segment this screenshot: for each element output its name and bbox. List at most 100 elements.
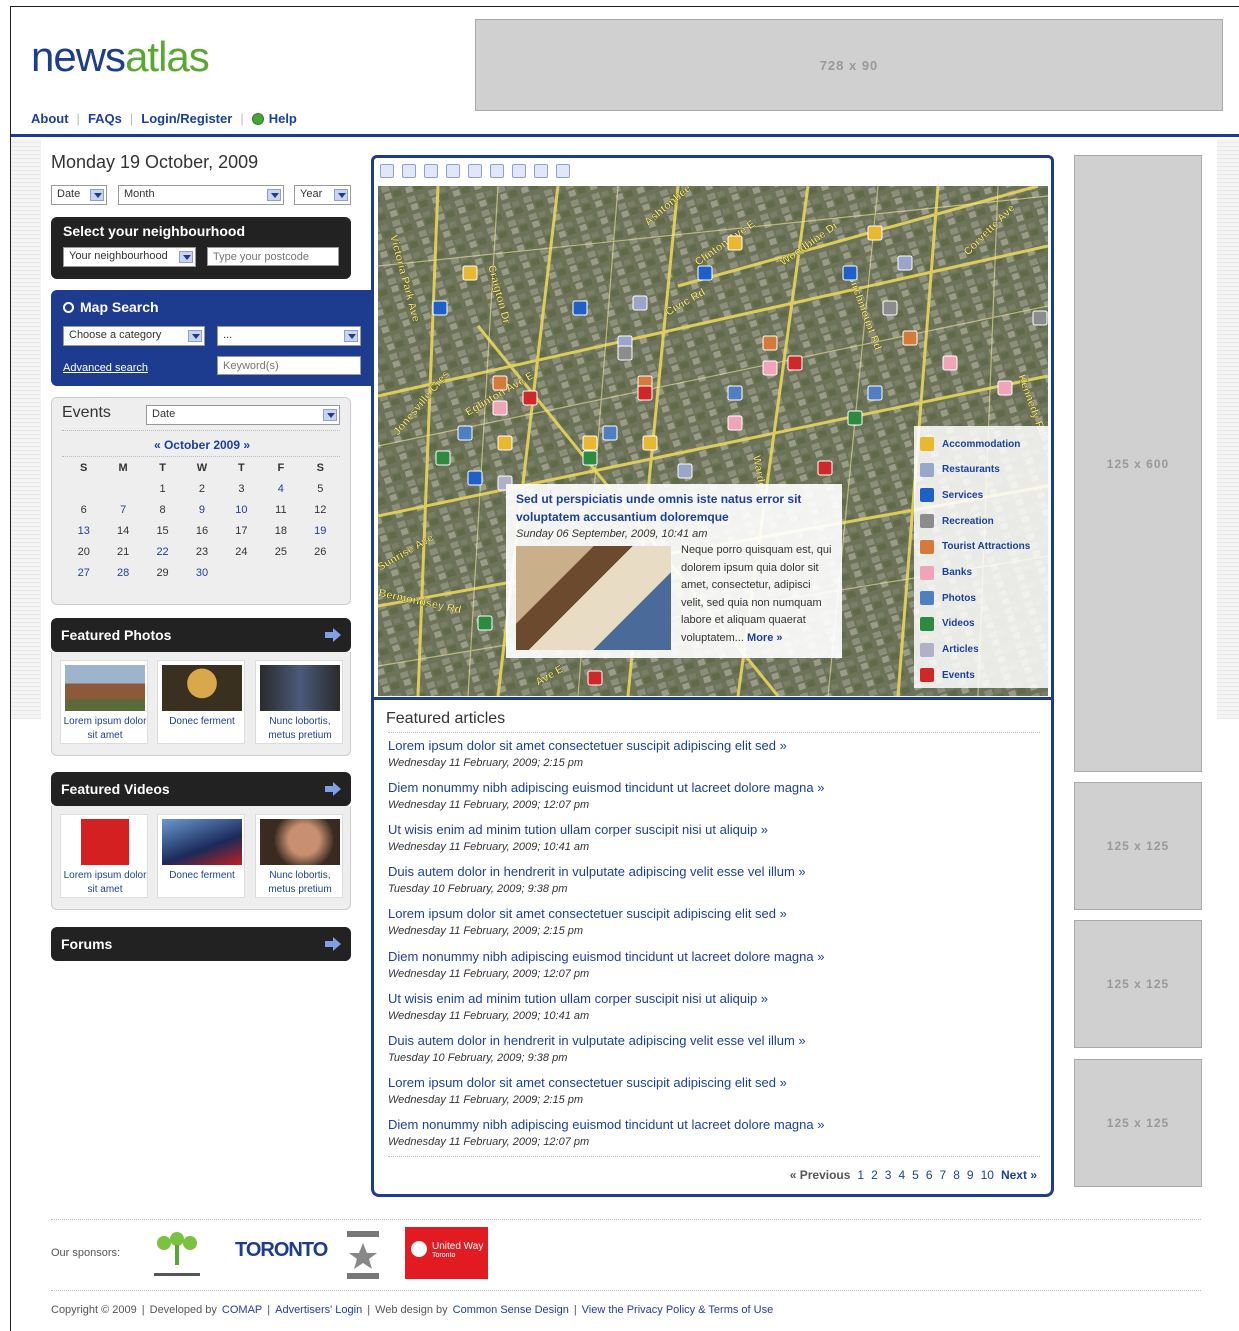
legend-item[interactable]: Videos (920, 614, 975, 634)
video-caption[interactable]: Nunc lobortis, metus pretium (256, 869, 344, 897)
key-marker-icon[interactable] (497, 435, 513, 451)
nav-login-link[interactable]: Login/Register (141, 111, 232, 126)
zoom-in-tool-icon[interactable] (402, 164, 416, 178)
cocktail-marker-icon[interactable] (632, 295, 648, 311)
legend-item[interactable]: Accommodation (920, 434, 1020, 454)
pager-page-link[interactable]: 1 (857, 1168, 864, 1182)
featured-videos-bar[interactable]: Featured Videos (51, 772, 351, 806)
day-select[interactable]: Date (51, 185, 107, 205)
skyscraper-ad[interactable]: 125 x 600 (1074, 155, 1202, 772)
article-title-link[interactable]: Duis autem dolor in hendrerit in vulputa… (388, 1033, 1038, 1049)
arrow-right-icon[interactable] (325, 782, 341, 796)
article-title-link[interactable]: Diem nonummy nibh adipiscing euismod tin… (388, 949, 1038, 965)
zoom-box-tool-icon[interactable] (446, 164, 460, 178)
arrow-right-icon[interactable] (325, 937, 341, 951)
piggy-bank-marker-icon[interactable] (727, 415, 743, 431)
video-image[interactable] (260, 819, 340, 865)
arrow-right-icon[interactable] (325, 628, 341, 642)
calendar-day[interactable]: 9 (182, 504, 221, 516)
calendar-day[interactable]: 30 (182, 567, 221, 579)
film-marker-icon[interactable] (847, 410, 863, 426)
key-marker-icon[interactable] (582, 435, 598, 451)
nav-about-link[interactable]: About (31, 111, 69, 126)
privacy-policy-link[interactable]: View the Privacy Policy & Terms of Use (582, 1304, 774, 1316)
article-title-link[interactable]: Ut wisis enim ad minim tution ullam corp… (388, 822, 1038, 838)
piggy-bank-marker-icon[interactable] (942, 355, 958, 371)
month-select[interactable]: Month (118, 185, 284, 205)
pager-page-link[interactable]: 5 (912, 1168, 919, 1182)
pager-page-link[interactable]: 4 (898, 1168, 905, 1182)
dollar-marker-icon[interactable] (432, 300, 448, 316)
cocktail-marker-icon[interactable] (677, 463, 693, 479)
film-marker-icon[interactable] (582, 450, 598, 466)
popup-photo[interactable] (516, 546, 671, 650)
pager-previous[interactable]: « Previous (790, 1168, 851, 1182)
binoculars-tool-icon[interactable] (556, 164, 570, 178)
video-thumb[interactable]: Lorem ipsum dolor sit amet (60, 814, 148, 898)
pager-page-link[interactable]: 2 (871, 1168, 878, 1182)
cocktail-marker-icon[interactable] (897, 255, 913, 271)
landmark-marker-icon[interactable] (762, 335, 778, 351)
video-caption[interactable]: Donec ferment (158, 869, 246, 883)
photo-image[interactable] (162, 665, 242, 711)
calendar-marker-icon[interactable] (787, 355, 803, 371)
legend-item[interactable]: Banks (920, 563, 972, 583)
family-service-toronto-logo[interactable] (144, 1229, 210, 1281)
video-image[interactable] (162, 819, 242, 865)
calendar-day[interactable]: 22 (143, 546, 182, 558)
pager-page-link[interactable]: 10 (981, 1168, 994, 1182)
trillium-foundation-logo[interactable] (341, 1229, 385, 1281)
pager-page-link[interactable]: 3 (885, 1168, 892, 1182)
square-ad[interactable]: 125 x 125 (1074, 1059, 1202, 1187)
key-marker-icon[interactable] (642, 435, 658, 451)
pager-page-link[interactable]: 9 (967, 1168, 974, 1182)
photo-image[interactable] (260, 665, 340, 711)
legend-item[interactable]: Tourist Attractions (920, 537, 1030, 557)
dollar-marker-icon[interactable] (842, 265, 858, 281)
calendar-marker-icon[interactable] (637, 385, 653, 401)
pager-page-link[interactable]: 7 (940, 1168, 947, 1182)
calendar-marker-icon[interactable] (522, 390, 538, 406)
article-title-link[interactable]: Diem nonummy nibh adipiscing euismod tin… (388, 1117, 1038, 1133)
camera-marker-icon[interactable] (727, 385, 743, 401)
video-thumb[interactable]: Nunc lobortis, metus pretium (255, 814, 343, 898)
popup-title-link[interactable]: Sed ut perspiciatis unde omnis iste natu… (516, 490, 832, 526)
zoom-out-tool-icon[interactable] (380, 164, 394, 178)
keyword-input[interactable] (217, 356, 361, 375)
photo-thumb[interactable]: Nunc lobortis, metus pretium (255, 660, 343, 744)
pager-next[interactable]: Next » (1001, 1168, 1037, 1182)
piggy-bank-marker-icon[interactable] (762, 360, 778, 376)
photo-caption[interactable]: Nunc lobortis, metus pretium (256, 715, 344, 743)
photo-image[interactable] (65, 665, 145, 711)
article-title-link[interactable]: Lorem ipsum dolor sit amet consectetuer … (388, 906, 1038, 922)
article-title-link[interactable]: Lorem ipsum dolor sit amet consectetuer … (388, 1075, 1038, 1091)
article-title-link[interactable]: Diem nonummy nibh adipiscing euismod tin… (388, 780, 1038, 796)
pager-page-link[interactable]: 6 (926, 1168, 933, 1182)
site-logo[interactable]: newsatlas (31, 33, 210, 81)
layers-tool-icon[interactable] (534, 164, 548, 178)
article-title-link[interactable]: Duis autem dolor in hendrerit in vulputa… (388, 864, 1038, 880)
leaderboard-ad[interactable]: 728 x 90 (475, 19, 1223, 111)
camera-marker-icon[interactable] (457, 425, 473, 441)
dollar-marker-icon[interactable] (467, 470, 483, 486)
advanced-search-link[interactable]: Advanced search (63, 362, 148, 374)
common-sense-design-link[interactable]: Common Sense Design (453, 1304, 569, 1316)
pan-tool-icon[interactable] (424, 164, 438, 178)
photo-caption[interactable]: Lorem ipsum dolor sit amet (61, 715, 149, 743)
calendar-day[interactable]: 19 (301, 525, 340, 537)
video-thumb[interactable]: Donec ferment (157, 814, 245, 898)
legend-item[interactable]: Restaurants (920, 460, 1000, 480)
square-ad[interactable]: 125 x 125 (1074, 782, 1202, 910)
united-way-logo[interactable]: United Way Toronto (405, 1227, 488, 1279)
subcategory-select[interactable]: ... (217, 326, 361, 346)
article-title-link[interactable]: Ut wisis enim ad minim tution ullam corp… (388, 991, 1038, 1007)
calendar-marker-icon[interactable] (587, 670, 603, 686)
photo-thumb[interactable]: Donec ferment (157, 660, 245, 744)
legend-item[interactable]: Events (920, 665, 975, 685)
events-date-select[interactable]: Date (146, 405, 340, 425)
video-image[interactable] (65, 819, 145, 865)
key-marker-icon[interactable] (727, 235, 743, 251)
advertisers-login-link[interactable]: Advertisers' Login (275, 1304, 362, 1316)
calendar-day[interactable]: 28 (103, 567, 142, 579)
full-extent-tool-icon[interactable] (468, 164, 482, 178)
